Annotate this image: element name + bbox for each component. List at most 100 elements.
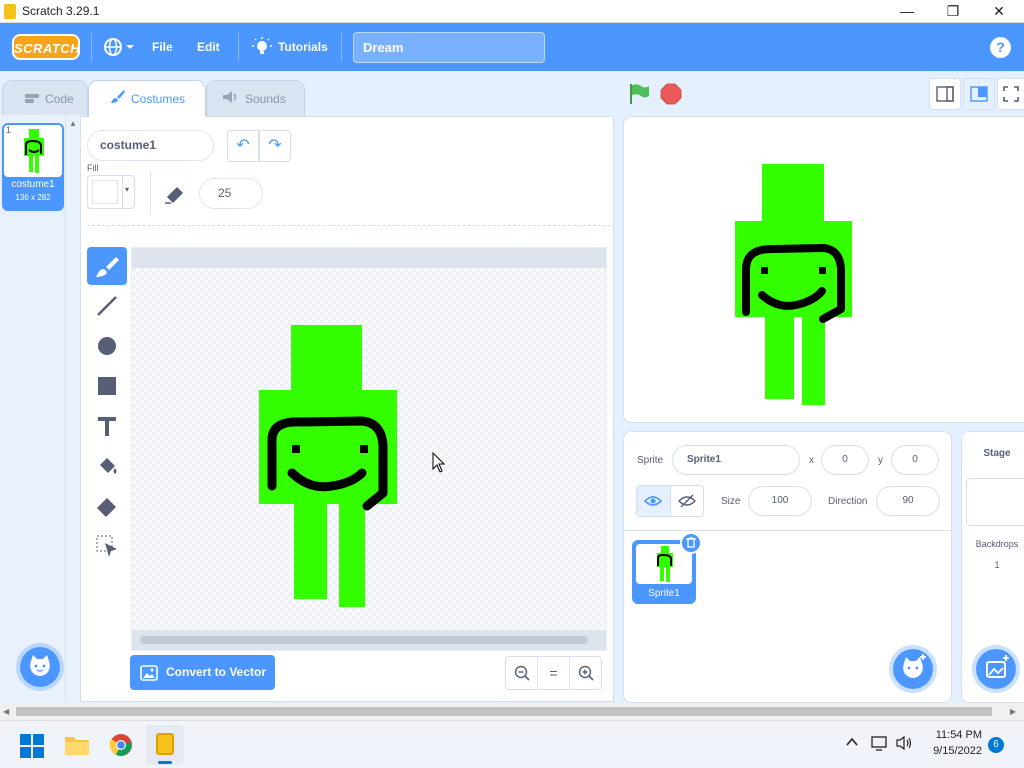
zoom-in-button[interactable] [570,657,601,689]
redo-button[interactable]: ↷ [259,130,291,162]
title-bar: Scratch 3.29.1 — ❐ ✕ [0,0,1024,23]
costume-list-scrollbar[interactable]: ▲ [66,115,80,702]
tutorials-label: Tutorials [278,40,328,54]
divider [87,225,611,226]
brush-tool[interactable] [87,247,127,285]
eraser-icon [97,498,116,517]
circle-tool[interactable] [87,327,127,365]
costume-sprite-image [24,129,44,173]
network-icon[interactable] [871,735,889,756]
delete-sprite-button[interactable] [680,532,702,554]
undo-button[interactable]: ↶ [227,130,259,162]
x-input[interactable]: 0 [821,445,869,475]
large-stage-button[interactable] [963,78,995,110]
direction-label: Direction [828,496,868,507]
small-stage-button[interactable] [929,78,961,110]
fill-swatch [92,180,118,204]
menu-separator [238,33,239,61]
convert-to-vector-button[interactable]: Convert to Vector [130,655,275,690]
menu-separator [341,33,342,61]
fullscreen-button[interactable] [997,78,1024,110]
stop-button[interactable] [660,83,682,110]
fill-tool[interactable] [87,447,127,485]
visibility-toggle [636,485,704,517]
eraser-tool[interactable] [87,487,127,525]
speaker-icon [223,81,239,117]
clock-time[interactable]: 11:54 PM [922,729,982,741]
green-flag-icon [630,84,649,104]
file-explorer-button[interactable] [64,734,90,761]
tab-sounds[interactable]: Sounds [206,80,305,116]
volume-icon[interactable] [896,735,914,756]
chrome-icon [109,734,132,756]
backdrops-label: Backdrops [975,539,1019,549]
stage[interactable] [623,116,1024,423]
text-tool[interactable] [87,407,127,445]
stop-icon [660,83,682,105]
green-flag-button[interactable] [627,82,651,111]
scratch-icon [156,733,174,755]
zoom-out-icon [514,665,530,681]
divider [122,176,123,208]
scratch-logo[interactable]: SCRATCH [12,34,80,60]
sprite-info-pane: Sprite Sprite1 x 0 y 0 Size 100 Directio… [623,431,952,703]
stage-sprite [735,164,852,405]
maximize-button[interactable]: ❐ [942,2,964,20]
canvas-scrollbar[interactable] [132,630,606,650]
stage-selector[interactable]: Stage Backdrops 1 [961,431,1024,703]
close-button[interactable]: ✕ [988,2,1010,20]
scroll-right-arrow-icon[interactable]: ▶ [1010,707,1016,716]
costume-name: costume1 [11,179,55,190]
scroll-up-arrow-icon[interactable]: ▲ [69,119,77,128]
y-input[interactable]: 0 [891,445,939,475]
tab-costumes[interactable]: Costumes [88,80,206,117]
zoom-out-button[interactable] [506,657,538,689]
minimize-button[interactable]: — [896,2,918,20]
window-scrollbar[interactable]: ◀ ▶ [0,703,1024,720]
notification-badge[interactable]: 6 [988,737,1004,753]
choose-sprite-button[interactable] [889,645,937,693]
cat-icon [30,655,50,676]
language-menu[interactable] [103,37,137,57]
edit-menu[interactable]: Edit [197,23,220,71]
mouse-cursor-icon [432,451,446,479]
windows-icon [20,734,44,758]
scratch-app-icon [4,4,16,19]
costume-item[interactable]: 1 costume1 136 x 282 [2,123,64,211]
help-button[interactable]: ? [990,37,1011,58]
sprite-card[interactable]: Sprite1 [632,532,702,604]
line-tool[interactable] [87,287,127,325]
y-label: y [878,455,883,466]
file-menu[interactable]: File [152,23,173,71]
size-input[interactable]: 100 [748,486,812,516]
code-icon [25,81,39,117]
select-tool[interactable] [87,527,127,565]
direction-input[interactable]: 90 [876,486,940,516]
fill-color-picker[interactable]: ▾ [87,175,135,209]
scroll-thumb[interactable] [140,636,588,644]
choose-backdrop-button[interactable] [972,645,1020,693]
costume-drawing [259,325,397,607]
clock-date[interactable]: 9/15/2022 [922,745,982,757]
project-title-input[interactable]: Dream [353,32,545,63]
sprite-name-input[interactable]: Sprite1 [672,445,800,475]
start-button[interactable] [20,734,44,763]
scroll-left-arrow-icon[interactable]: ◀ [3,707,9,716]
window-title: Scratch 3.29.1 [22,4,100,18]
costume-thumbnail [4,125,62,177]
costume-name-input[interactable]: costume1 [87,130,214,161]
scratch-taskbar-button[interactable] [146,725,184,765]
chevron-up-icon[interactable] [845,735,859,752]
show-sprite-button[interactable] [637,486,671,516]
chrome-button[interactable] [109,733,133,762]
paint-canvas[interactable] [131,247,607,651]
tutorials-button[interactable]: Tutorials [252,23,328,71]
rectangle-tool[interactable] [87,367,127,405]
zoom-reset-button[interactable]: = [538,657,570,689]
tab-code[interactable]: Code [2,80,88,116]
rectangle-icon [98,377,116,395]
hide-sprite-button[interactable] [671,486,704,516]
scroll-thumb[interactable] [16,707,992,716]
choose-costume-button[interactable] [16,643,64,691]
brush-size-input[interactable]: 25 [199,178,263,209]
